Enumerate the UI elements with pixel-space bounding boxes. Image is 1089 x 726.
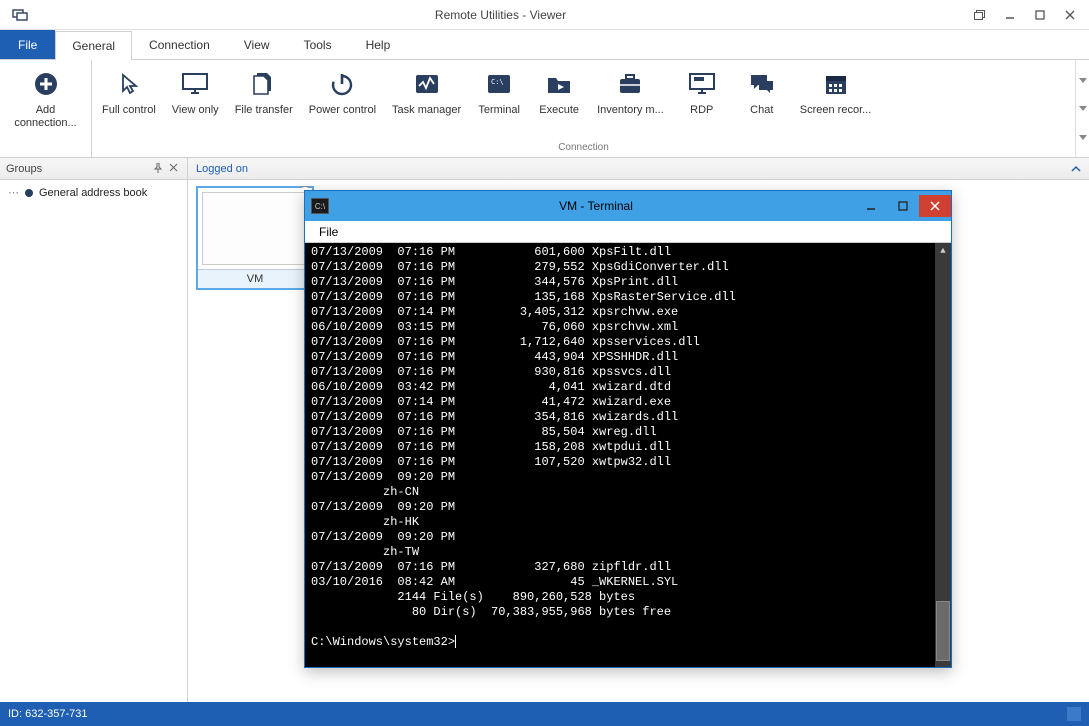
- tab-tools[interactable]: Tools: [287, 30, 349, 59]
- power-control-button[interactable]: Power control: [301, 64, 384, 139]
- status-id: ID: 632-357-731: [8, 708, 88, 720]
- terminal-file-menu[interactable]: File: [313, 225, 344, 239]
- terminal-minimize-icon[interactable]: [855, 195, 887, 217]
- execute-button[interactable]: Execute: [529, 64, 589, 139]
- folder-run-icon: [543, 68, 575, 100]
- ribbon-item-label: Terminal: [478, 104, 520, 117]
- tab-general[interactable]: General: [55, 31, 132, 60]
- sidebar-title: Groups: [6, 163, 42, 175]
- calendar-icon: [820, 68, 852, 100]
- full-control-button[interactable]: Full control: [94, 64, 164, 139]
- tab-connection[interactable]: Connection: [132, 30, 227, 59]
- svg-text:C:\: C:\: [491, 78, 504, 86]
- ribbon-item-label: Add connection...: [10, 104, 81, 130]
- view-only-button[interactable]: View only: [164, 64, 227, 139]
- plus-circle-icon: [30, 68, 62, 100]
- status-label: Logged on: [196, 163, 248, 175]
- close-icon[interactable]: [1055, 5, 1085, 25]
- thumbnail-preview: [198, 188, 312, 270]
- ribbon-item-label: RDP: [690, 104, 713, 117]
- terminal-close-icon[interactable]: [919, 195, 951, 217]
- maximize-icon[interactable]: [1025, 5, 1055, 25]
- terminal-maximize-icon[interactable]: [887, 195, 919, 217]
- rdp-icon: [686, 68, 718, 100]
- sidebar: Groups ⋯ General address book: [0, 158, 188, 702]
- rdp-button[interactable]: RDP: [672, 64, 732, 139]
- app-title: Remote Utilities - Viewer: [36, 8, 965, 22]
- terminal-titlebar[interactable]: C:\ VM - Terminal: [305, 191, 951, 221]
- file-menu[interactable]: File: [0, 30, 55, 59]
- menubar: File General Connection View Tools Help: [0, 30, 1089, 60]
- task-manager-button[interactable]: Task manager: [384, 64, 469, 139]
- minimize-icon[interactable]: [995, 5, 1025, 25]
- terminal-window-icon: C:\: [311, 198, 329, 214]
- tree-item-label: General address book: [39, 187, 147, 199]
- briefcase-icon: [614, 68, 646, 100]
- statusbar: ID: 632-357-731: [0, 702, 1089, 726]
- ribbon-item-label: Power control: [309, 104, 376, 117]
- power-icon: [326, 68, 358, 100]
- file-transfer-button[interactable]: File transfer: [227, 64, 301, 139]
- workspace: Groups ⋯ General address book Logged on: [0, 158, 1089, 702]
- monitor-icon: [179, 68, 211, 100]
- inventory-manager-button[interactable]: Inventory m...: [589, 64, 672, 139]
- ribbon-item-label: Screen recor...: [800, 104, 872, 117]
- ribbon-item-label: Chat: [750, 104, 773, 117]
- connection-thumbnail[interactable]: VM: [196, 186, 314, 290]
- main-header: Logged on: [188, 158, 1089, 180]
- close-panel-icon[interactable]: [169, 163, 181, 175]
- terminal-window: C:\ VM - Terminal File 07/13/2009 07:16 …: [304, 190, 952, 668]
- ribbon-item-label: Inventory m...: [597, 104, 664, 117]
- chat-button[interactable]: Chat: [732, 64, 792, 139]
- terminal-menubar: File: [305, 221, 951, 243]
- ribbon-overflow[interactable]: [1075, 60, 1089, 157]
- ribbon-group-caption: [0, 139, 91, 157]
- statusbar-tray-icon[interactable]: [1067, 707, 1081, 721]
- files-icon: [248, 68, 280, 100]
- ribbon: Add connection... Full control View only…: [0, 60, 1089, 158]
- tab-help[interactable]: Help: [349, 30, 408, 59]
- ribbon-item-label: Task manager: [392, 104, 461, 117]
- pin-icon[interactable]: [153, 163, 165, 175]
- sidebar-header: Groups: [0, 158, 187, 180]
- ribbon-item-label: Full control: [102, 104, 156, 117]
- terminal-title: VM - Terminal: [337, 199, 855, 213]
- screen-recorder-button[interactable]: Screen recor...: [792, 64, 880, 139]
- thumbnail-label: VM: [198, 270, 312, 288]
- chat-icon: [746, 68, 778, 100]
- ribbon-group-caption: Connection: [92, 139, 1075, 157]
- terminal-icon: C:\: [483, 68, 515, 100]
- add-connection-button[interactable]: Add connection...: [2, 64, 89, 139]
- sidebar-item-general-address-book[interactable]: ⋯ General address book: [4, 184, 183, 201]
- restore-down-icon[interactable]: [965, 5, 995, 25]
- bullet-icon: [25, 189, 33, 197]
- activity-icon: [411, 68, 443, 100]
- ribbon-item-label: Execute: [539, 104, 579, 117]
- app-icon: [10, 5, 30, 25]
- ribbon-item-label: View only: [172, 104, 219, 117]
- ribbon-item-label: File transfer: [235, 104, 293, 117]
- collapse-panel-icon[interactable]: [1071, 164, 1081, 174]
- terminal-output[interactable]: 07/13/2009 07:16 PM 601,600 XpsFilt.dll …: [305, 243, 951, 667]
- tab-view[interactable]: View: [227, 30, 287, 59]
- terminal-scrollbar[interactable]: ▲: [935, 243, 951, 667]
- pointer-icon: [113, 68, 145, 100]
- main-area: Logged on VM C:\ VM - Terminal: [188, 158, 1089, 702]
- terminal-button[interactable]: C:\ Terminal: [469, 64, 529, 139]
- titlebar: Remote Utilities - Viewer: [0, 0, 1089, 30]
